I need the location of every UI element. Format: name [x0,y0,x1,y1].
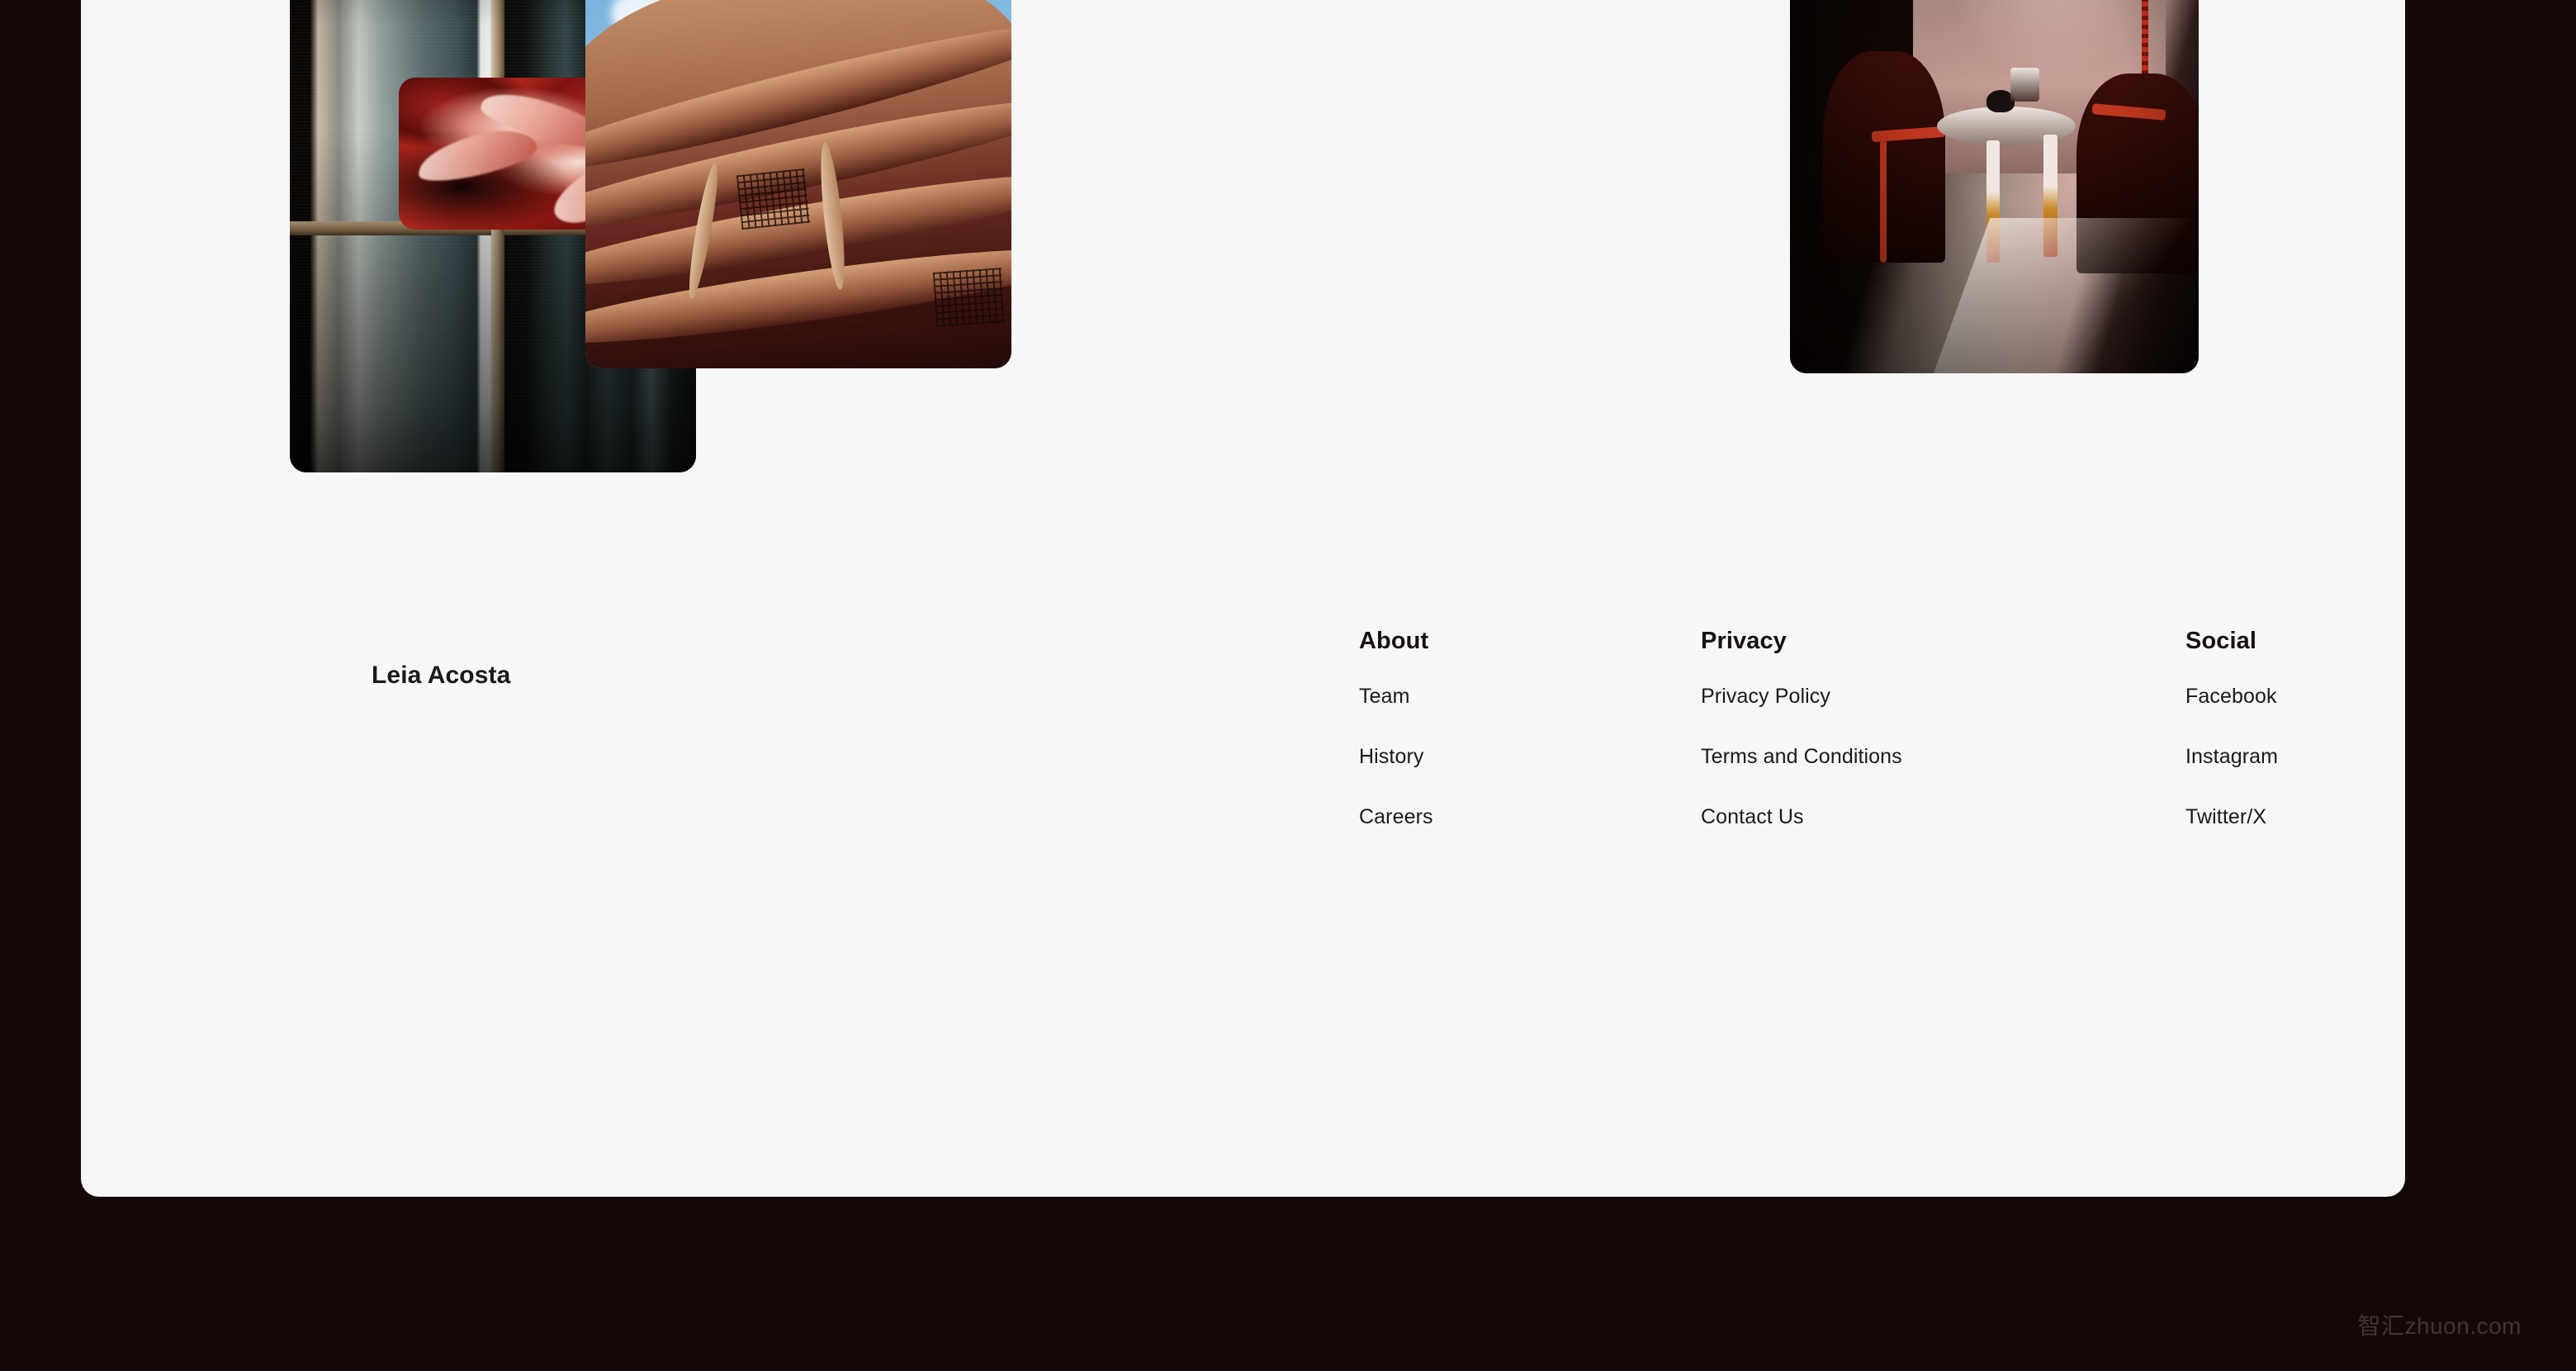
watermark: 智汇zhuon.com [2357,1313,2522,1339]
footer-heading-privacy: Privacy [1701,628,1787,654]
footer-link-terms-and-conditions[interactable]: Terms and Conditions [1701,745,1902,769]
footer-link-instagram[interactable]: Instagram [2185,745,2278,769]
footer-link-privacy-policy[interactable]: Privacy Policy [1701,685,1902,709]
footer-column-privacy: Privacy Privacy Policy Terms and Conditi… [1701,628,1902,866]
footer-heading-about: About [1359,628,1429,654]
footer-link-facebook[interactable]: Facebook [2185,685,2278,709]
footer-heading-social: Social [2185,628,2257,654]
gaudi-architecture-photo[interactable] [585,0,1011,368]
window-grille [736,168,810,230]
window-grille [932,267,1005,327]
footer-link-contact-us[interactable]: Contact Us [1701,805,1902,829]
footer-link-team[interactable]: Team [1359,685,1433,709]
footer-link-careers[interactable]: Careers [1359,805,1433,829]
cafe-interior-photo[interactable] [1790,0,2199,373]
photo-shading [1790,0,2199,373]
footer-link-history[interactable]: History [1359,745,1433,769]
footer-column-social: Social Facebook Instagram Twitter/X [2185,628,2278,866]
footer-column-about: About Team History Careers [1359,628,1433,866]
site-title: Leia Acosta [372,662,511,689]
page-content: Leia Acosta About Team History Careers P… [81,0,2405,1197]
footer-link-twitter-x[interactable]: Twitter/X [2185,805,2278,829]
photo-gallery [81,0,2405,496]
